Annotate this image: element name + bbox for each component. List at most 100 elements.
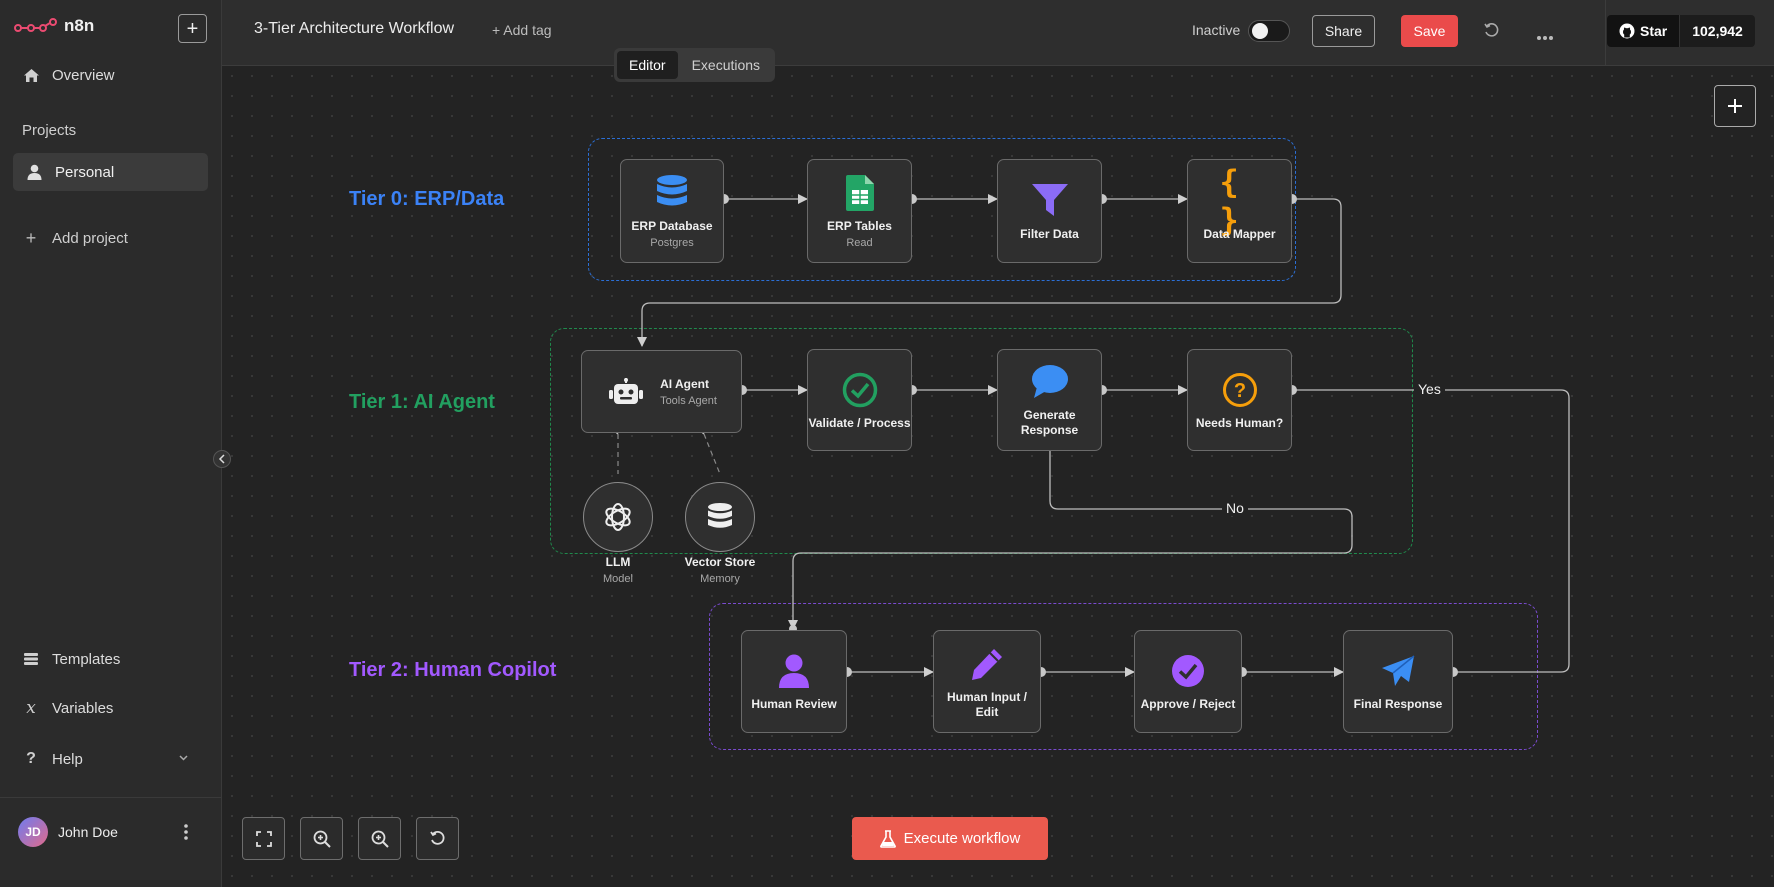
user-menu[interactable]: JD John Doe [18,817,118,847]
sidebar-item-label: Personal [55,163,115,181]
fit-view-icon [255,830,272,847]
node-name: Human Input / Edit [947,689,1027,719]
user-icon [774,651,814,691]
toggle-knob [1252,23,1268,39]
add-project-button[interactable]: + Add project [22,227,128,248]
user-name: John Doe [58,824,118,840]
node-data-mapper[interactable]: { } Data Mapper [1187,159,1292,263]
sidebar-item-label: Variables [52,699,114,717]
topbar-divider [1605,0,1606,66]
node-name: Validate / Process [808,415,911,430]
workflow-canvas[interactable]: Tier 0: ERP/Data Tier 1: AI Agent Tier 2… [222,66,1774,887]
zoom-out-button[interactable] [358,817,401,860]
chevron-down-icon[interactable] [178,752,189,766]
user-icon [25,163,43,181]
node-generate-response[interactable]: Generate Response [997,349,1102,451]
sidebar-item-help[interactable]: ? Help [22,750,83,768]
sidebar-item-label: Add project [52,229,128,247]
edge-label-no: No [1222,500,1248,516]
node-name: ERP Tables [827,219,892,233]
check-circle-icon [840,370,880,410]
n8n-logo-icon [14,18,57,32]
collapse-sidebar-button[interactable] [213,450,231,468]
node-needs-human[interactable]: ? Needs Human? [1187,349,1292,451]
robot-icon [606,372,646,412]
sidebar-item-overview[interactable]: Overview [22,66,115,84]
reset-zoom-icon [430,830,445,845]
github-star-button[interactable]: Star 102,942 [1607,15,1755,47]
top-bar: 3-Tier Architecture Workflow + Add tag I… [222,0,1774,66]
templates-icon [22,650,40,668]
svg-text:?: ? [1233,380,1245,402]
workflow-title[interactable]: 3-Tier Architecture Workflow [254,20,454,38]
execute-workflow-button[interactable]: Execute workflow [852,817,1048,860]
tab-editor[interactable]: Editor [617,51,678,79]
reset-zoom-button[interactable] [416,817,459,860]
node-name: Final Response [1353,697,1443,711]
sidebar-item-label: Help [52,750,83,768]
chevron-left-icon [218,454,225,464]
node-name: Generate Response [1020,408,1079,437]
plus-icon: + [25,227,37,248]
node-validate-process[interactable]: Validate / Process [807,349,912,451]
node-name: ERP Database [631,219,713,233]
check-badge-icon [1168,651,1208,691]
active-toggle[interactable] [1248,20,1290,42]
filter-icon [1030,181,1070,221]
database-icon [708,503,732,528]
node-human-input-edit[interactable]: Human Input / Edit [933,630,1041,733]
help-icon: ? [26,750,36,767]
sidebar: n8n + Overview Projects Personal + Add p… [0,0,231,887]
new-item-button[interactable]: + [178,14,207,43]
zoom-in-button[interactable] [300,817,343,860]
more-horizontal-icon[interactable] [1536,28,1554,46]
node-name: AI Agent [660,376,709,391]
sidebar-divider [0,797,221,798]
node-filter-data[interactable]: Filter Data [997,159,1102,263]
node-approve-reject[interactable]: Approve / Reject [1134,630,1242,733]
flask-icon [879,829,896,848]
github-star-label: Star [1640,23,1668,39]
add-tag-button[interactable]: + Add tag [492,22,552,38]
node-final-response[interactable]: Final Response [1343,630,1453,733]
openai-icon [605,503,631,531]
share-button[interactable]: Share [1312,15,1375,47]
n8n-logo[interactable]: n8n [14,16,94,36]
node-ai-agent[interactable]: AI Agent Tools Agent [581,350,742,433]
pencil-icon [967,644,1007,684]
more-vertical-icon[interactable] [183,823,189,846]
node-name: Human Review [751,697,837,711]
node-subtitle: Memory [700,573,740,585]
sheets-icon [840,173,880,213]
agent-text: AI Agent Tools Agent [660,377,717,407]
sidebar-item-variables[interactable]: 𝑥 Variables [22,698,114,718]
node-human-review[interactable]: Human Review [741,630,847,733]
node-subtitle: Tools Agent [660,394,717,407]
github-icon [1619,23,1635,39]
github-star-count: 102,942 [1679,15,1755,47]
variable-icon: 𝑥 [26,698,36,718]
node-erp-tables[interactable]: ERP Tables Read [807,159,912,263]
fit-view-button[interactable] [242,817,285,860]
zoom-out-icon [371,830,389,848]
sidebar-item-templates[interactable]: Templates [22,650,120,668]
code-braces-icon: { } [1219,162,1239,239]
node-erp-database[interactable]: ERP Database Postgres [620,159,724,263]
node-llm[interactable] [583,482,653,552]
node-name: Vector Store [684,555,756,569]
node-name: Needs Human? [1195,415,1284,430]
github-star: Star [1607,15,1680,47]
node-name: Data Mapper [1203,226,1276,241]
question-circle-icon: ? [1220,370,1260,410]
node-name: Approve / Reject [1140,697,1236,711]
tab-executions[interactable]: Executions [680,51,772,79]
sidebar-item-personal[interactable]: Personal [13,153,208,191]
edge-label-yes: Yes [1414,381,1445,397]
zoom-in-icon [313,830,331,848]
undo-icon[interactable] [1483,22,1500,44]
chat-bubble-icon [1030,362,1070,402]
save-button[interactable]: Save [1401,15,1458,47]
execute-workflow-label: Execute workflow [903,830,1021,847]
node-vector-store[interactable] [685,482,755,552]
node-name: Filter Data [1020,226,1079,241]
